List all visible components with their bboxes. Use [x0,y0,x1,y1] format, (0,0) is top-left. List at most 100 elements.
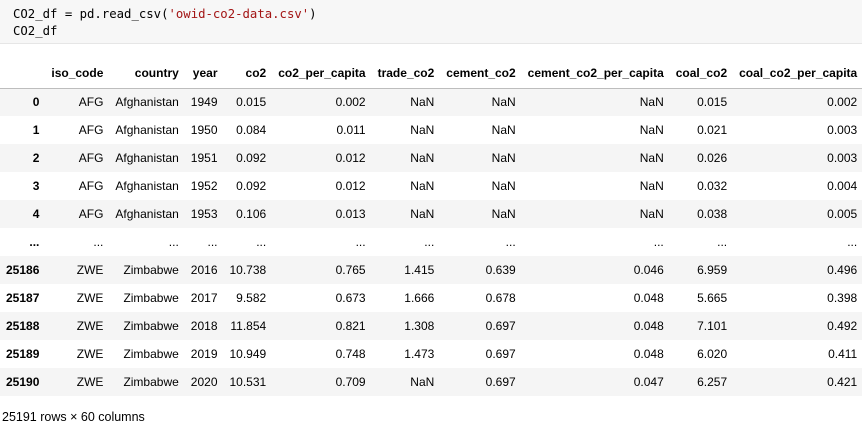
table-cell: Afghanistan [115,123,179,137]
table-row: 1 AFG Afghanistan 1950 0.084 0.011 NaN NaN NaN 0.… [0,116,862,144]
row-index: ... [29,235,40,249]
table-cell: ... [424,235,435,249]
table-cell: ZWE [76,347,104,361]
table-cell: 1953 [190,207,218,221]
table-cell: NaN [639,123,664,137]
table-cell: AFG [78,179,104,193]
table-cell: ... [847,235,858,249]
table-cell: 0.411 [828,347,858,361]
row-index: 0 [32,95,40,110]
table-cell: 0.038 [697,207,728,221]
table-cell: 0.092 [236,179,267,193]
table-cell: NaN [491,151,516,165]
table-cell: Zimbabwe [123,291,179,305]
table-cell: 0.002 [827,95,858,110]
table-cell: 5.665 [697,291,728,305]
column-header: coal_co2 [669,58,734,89]
table-cell: 0.046 [633,263,664,277]
table-body: 0 AFG Afghanistan 1949 0.015 0.002 NaN NaN NaN 0.… [0,88,862,396]
table-cell: ... [505,235,516,249]
table-cell: 7.101 [697,319,728,333]
table-cell: 0.021 [697,123,728,137]
table-cell: Zimbabwe [123,375,179,389]
row-index: 2 [32,151,40,165]
dataframe-output[interactable]: iso_code country year co2 co2_per_capita trad… [0,58,862,398]
table-cell: ZWE [76,263,104,277]
table-cell: 10.949 [229,347,267,361]
table-cell: 10.738 [229,263,267,277]
table-cell: NaN [410,179,435,193]
table-cell: 0.012 [335,179,366,193]
table-cell: NaN [491,123,516,137]
table-cell: ... [256,235,267,249]
table-cell: NaN [410,95,435,110]
row-index: 1 [32,123,40,137]
table-cell: 0.015 [697,95,728,110]
table-cell: 1.308 [404,319,435,333]
table-cell: NaN [410,123,435,137]
table-cell: 0.012 [335,151,366,165]
table-cell: AFG [78,123,104,137]
row-index: 25186 [6,263,40,277]
table-cell: 0.697 [485,319,516,333]
table-cell: 2017 [190,291,218,305]
table-cell: ... [355,235,366,249]
table-cell: Zimbabwe [123,347,179,361]
table-cell: Zimbabwe [123,319,179,333]
table-cell: 10.531 [229,375,267,389]
row-index: 4 [32,207,40,221]
table-row: 4 AFG Afghanistan 1953 0.106 0.013 NaN NaN NaN 0.… [0,200,862,228]
table-cell: 0.673 [335,291,366,305]
column-header: trade_co2 [371,58,441,89]
table-cell: Afghanistan [115,95,179,110]
table-cell: 0.084 [236,123,267,137]
table-cell: ... [653,235,664,249]
table-cell: ZWE [76,375,104,389]
table-cell: NaN [639,151,664,165]
table-cell: 0.092 [236,151,267,165]
table-cell: 0.748 [335,347,366,361]
table-cell: 6.959 [697,263,728,277]
code-cell[interactable]: CO2_df = pd.read_csv('owid-co2-data.csv'… [0,0,862,44]
table-cell: 0.639 [485,263,516,277]
table-cell: Afghanistan [115,179,179,193]
table-row: 2 AFG Afghanistan 1951 0.092 0.012 NaN NaN NaN 0.… [0,144,862,172]
column-header [0,58,46,89]
table-cell: 1.666 [404,291,435,305]
table-cell: 9.582 [236,291,267,305]
table-cell: 0.003 [827,123,858,137]
table-cell: ... [168,235,179,249]
table-cell: 0.421 [827,375,858,389]
dataframe-table: iso_code country year co2 co2_per_capita trad… [0,58,862,396]
row-index: 25187 [6,291,40,305]
table-cell: 0.048 [633,347,664,361]
table-cell: NaN [639,179,664,193]
table-cell: ... [717,235,728,249]
table-row: 25187 ZWE Zimbabwe 2017 9.582 0.673 1.666 0.678… [0,284,862,312]
code-line-1-tail: ) [309,7,317,21]
table-cell: Afghanistan [115,151,179,165]
column-header: cement_co2 [440,58,522,89]
code-line-1-head: CO2_df = pd.read_csv( [13,7,169,21]
table-cell: 0.709 [335,375,366,389]
table-cell: 1949 [190,95,218,110]
row-index: 25188 [6,319,40,333]
table-cell: 1.415 [404,263,435,277]
table-cell: 0.106 [236,207,267,221]
table-cell: 0.492 [827,319,858,333]
table-cell: 0.003 [827,151,858,165]
table-cell: 1950 [190,123,218,137]
table-header-row: iso_code country year co2 co2_per_capita trad… [0,58,862,89]
table-row: 25189 ZWE Zimbabwe 2019 10.949 0.748 1.473 0.69… [0,340,862,368]
table-cell: ... [93,235,104,249]
table-cell: AFG [78,207,104,221]
row-index: 25190 [6,375,40,389]
code-line-2: CO2_df [13,24,58,38]
column-header: co2 [223,58,273,89]
table-cell: NaN [410,151,435,165]
table-cell: 1.473 [404,347,435,361]
table-cell: 0.026 [697,151,728,165]
table-cell: NaN [410,207,435,221]
table-cell: Zimbabwe [123,263,179,277]
table-cell: NaN [639,207,664,221]
